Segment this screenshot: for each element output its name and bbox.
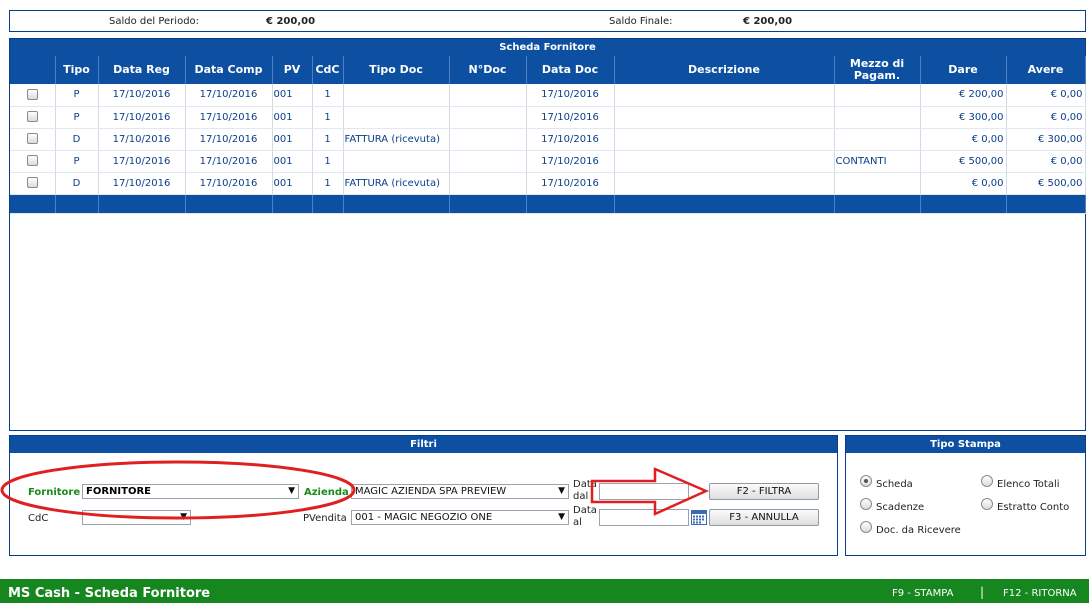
annotation-overlay	[0, 460, 710, 520]
arrow-annotation	[590, 467, 710, 516]
highlight-ellipse	[0, 460, 356, 520]
